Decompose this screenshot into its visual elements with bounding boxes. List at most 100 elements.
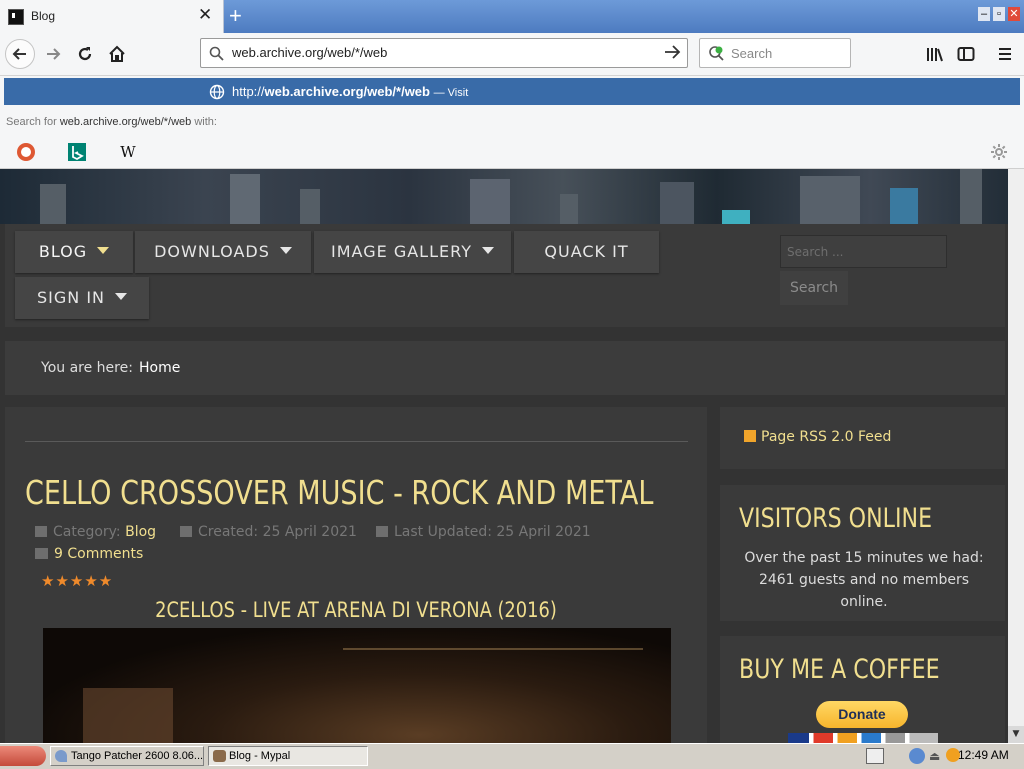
breadcrumb: You are here: Home <box>5 341 1005 395</box>
home-button[interactable] <box>102 39 132 69</box>
suggestion-visit[interactable]: http://web.archive.org/web/*/web — Visit <box>4 78 1020 105</box>
page-scrollbar[interactable] <box>1008 169 1024 743</box>
article-created: Created: 25 April 2021 <box>180 524 357 540</box>
site-banner-image <box>0 169 1024 224</box>
new-tab-button[interactable]: + <box>229 3 242 29</box>
scroll-down-icon[interactable]: ▼ <box>1008 726 1024 743</box>
calendar-icon <box>376 526 388 537</box>
forward-button[interactable] <box>38 39 68 69</box>
url-suggestions-popup: http://web.archive.org/web/*/web — Visit… <box>0 76 1024 169</box>
site-search-button[interactable]: Search <box>780 271 848 305</box>
rss-panel: Page RSS 2.0 Feed <box>720 407 1005 469</box>
menu-item-blog[interactable]: BLOG <box>15 231 133 273</box>
search-for-hint: Search for web.archive.org/web/*/web wit… <box>6 116 217 128</box>
card-logos-icon <box>788 733 938 743</box>
suggestion-prefix: http:// <box>232 84 265 99</box>
tab-strip: Blog ✕ + – ▫ ✕ <box>0 0 1024 33</box>
search-for-query: web.archive.org/web/*/web <box>59 116 192 128</box>
caret-down-icon <box>279 247 292 254</box>
task-label: Blog - Mypal <box>229 750 291 762</box>
library-icon <box>927 48 943 62</box>
start-button[interactable] <box>0 746 46 766</box>
wikipedia-icon[interactable]: W <box>119 143 137 161</box>
back-arrow-icon <box>12 48 26 60</box>
keyboard-icon[interactable] <box>866 748 884 764</box>
reload-icon <box>78 47 92 61</box>
category-link[interactable]: Blog <box>125 524 156 540</box>
maximize-icon[interactable]: ▫ <box>993 7 1005 21</box>
globe-icon <box>209 84 225 100</box>
bing-icon[interactable] <box>68 143 86 161</box>
visitors-title: VISITORS ONLINE <box>739 503 933 534</box>
menu-item-downloads[interactable]: DOWNLOADS <box>135 231 311 273</box>
divider <box>25 441 688 442</box>
web-page: BLOG DOWNLOADS IMAGE GALLERY QUACK IT SI… <box>0 169 1024 743</box>
network-icon[interactable] <box>909 748 925 764</box>
calendar-icon <box>180 526 192 537</box>
caret-down-icon <box>481 247 494 254</box>
updated-date: Last Updated: 25 April 2021 <box>394 524 591 540</box>
visitors-text: Over the past 15 minutes we had: 2461 gu… <box>744 550 984 610</box>
breadcrumb-home-link[interactable]: Home <box>139 360 180 376</box>
search-input[interactable]: Search <box>731 46 772 61</box>
forward-arrow-icon <box>47 48 61 60</box>
rss-feed-link[interactable]: Page RSS 2.0 Feed <box>744 429 891 445</box>
blog-article: CELLO CROSSOVER MUSIC - ROCK AND METAL C… <box>5 407 707 743</box>
app-icon <box>55 750 67 762</box>
library-button[interactable] <box>920 39 950 69</box>
rss-label: Page RSS 2.0 Feed <box>761 429 892 445</box>
menu-item-sign-in[interactable]: SIGN IN <box>15 277 149 319</box>
eject-icon[interactable]: ⏏ <box>929 749 940 763</box>
go-arrow-icon[interactable] <box>663 42 681 62</box>
menu-item-label: QUACK IT <box>544 242 629 261</box>
suggestion-action: — Visit <box>433 87 469 99</box>
gear-icon[interactable] <box>990 143 1008 161</box>
rss-icon <box>744 430 756 442</box>
task-label: Tango Patcher 2600 8.06... <box>71 750 204 762</box>
coffee-title: BUY ME A COFFEE <box>739 654 940 685</box>
created-date: Created: 25 April 2021 <box>198 524 357 540</box>
rating-stars[interactable]: ★★★★★ <box>41 572 113 590</box>
category-label: Category: <box>53 524 121 540</box>
menu-item-label: DOWNLOADS <box>154 242 270 261</box>
video-player[interactable] <box>43 628 671 743</box>
article-title[interactable]: CELLO CROSSOVER MUSIC - ROCK AND METAL <box>25 473 653 512</box>
site-favicon-icon <box>8 9 24 25</box>
close-window-icon[interactable]: ✕ <box>1008 7 1020 21</box>
folder-icon <box>35 526 47 537</box>
browser-app-icon <box>213 750 226 762</box>
tab-title: Blog <box>31 9 56 23</box>
sidebar-button[interactable] <box>951 39 981 69</box>
one-off-search-engines: W <box>0 140 1024 168</box>
address-bar[interactable]: web.archive.org/web/*/web <box>200 38 688 68</box>
back-button[interactable] <box>5 39 35 69</box>
duckduckgo-icon[interactable] <box>17 143 35 161</box>
caret-down-icon <box>97 247 110 254</box>
sidebar-icon <box>957 47 975 61</box>
donate-button[interactable]: Donate <box>816 701 908 728</box>
search-bar[interactable]: Search <box>699 38 851 68</box>
reload-button[interactable] <box>70 39 100 69</box>
menu-item-label: IMAGE GALLERY <box>331 242 472 261</box>
menu-button[interactable] <box>990 39 1020 69</box>
taskbar-item-blog-mypal[interactable]: Blog - Mypal <box>208 746 368 766</box>
window-controls: – ▫ ✕ <box>976 7 1022 23</box>
suggestion-url: web.archive.org/web/*/web <box>264 84 430 99</box>
tab-blog[interactable]: Blog ✕ <box>0 0 224 33</box>
comments-link[interactable]: 9 Comments <box>54 546 143 562</box>
hamburger-icon <box>999 48 1011 60</box>
site-search-input[interactable]: Search ... <box>780 235 947 268</box>
address-input[interactable]: web.archive.org/web/*/web <box>232 45 387 60</box>
search-engine-icon <box>709 46 724 61</box>
menu-item-quack-it[interactable]: QUACK IT <box>514 231 659 273</box>
visitors-online-panel: VISITORS ONLINE Over the past 15 minutes… <box>720 485 1005 621</box>
menu-item-image-gallery[interactable]: IMAGE GALLERY <box>314 231 511 273</box>
close-tab-icon[interactable]: ✕ <box>198 5 212 25</box>
article-category: Category: Blog <box>35 524 156 540</box>
site-search-placeholder: Search ... <box>787 245 844 259</box>
search-icon <box>209 46 224 61</box>
system-clock: 12:49 AM <box>958 748 1009 762</box>
navigation-toolbar: web.archive.org/web/*/web Search <box>0 33 1024 76</box>
taskbar-item-tango-patcher[interactable]: Tango Patcher 2600 8.06... <box>50 746 204 766</box>
minimize-icon[interactable]: – <box>978 7 990 21</box>
